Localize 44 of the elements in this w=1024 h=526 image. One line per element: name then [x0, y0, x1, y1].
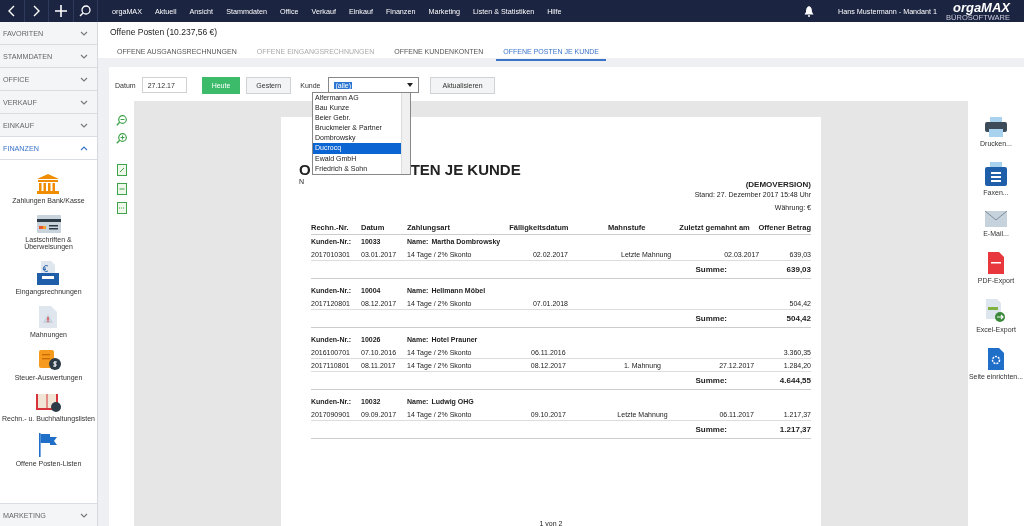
fit-page-icon[interactable]	[116, 164, 127, 176]
chevron-icon[interactable]	[80, 122, 88, 128]
chevron-icon[interactable]	[80, 30, 88, 36]
zoom-in-icon[interactable]	[116, 133, 127, 144]
report-title: TEN JE KUNDE	[410, 161, 521, 178]
add-icon[interactable]	[54, 5, 67, 17]
fit-width-icon[interactable]	[116, 183, 127, 195]
page-title: Offene Posten (10.237,56 €)	[110, 27, 219, 37]
chevron-icon[interactable]	[80, 145, 88, 151]
excel-icon[interactable]	[986, 299, 1006, 323]
logo: orgaMAX	[952, 1, 1010, 14]
sum-value: 504,42	[785, 314, 811, 323]
bell-icon[interactable]	[804, 5, 815, 17]
sum-label: Summe:	[695, 425, 727, 434]
fax-icon[interactable]	[985, 162, 1007, 186]
report-title: O	[299, 161, 311, 178]
gear-document-icon[interactable]	[988, 348, 1004, 370]
printer-icon[interactable]	[985, 117, 1007, 137]
actual-size-icon[interactable]	[116, 202, 127, 214]
scroll-icon[interactable]	[36, 349, 61, 371]
forward-icon[interactable]	[32, 5, 41, 17]
chevron-icon[interactable]	[80, 512, 88, 518]
sum-value: 639,03	[785, 265, 811, 274]
sum-value: 4.644,55	[778, 376, 811, 385]
sum-value: 1.217,37	[778, 425, 811, 434]
bank-icon[interactable]	[36, 174, 61, 194]
scrollbar[interactable]	[401, 93, 410, 174]
sum-label: Summe:	[695, 314, 727, 323]
inbox-icon[interactable]	[37, 261, 60, 285]
card-icon[interactable]	[36, 215, 61, 233]
zoom-out-icon[interactable]	[116, 115, 127, 126]
search-icon[interactable]	[79, 5, 92, 17]
chevron-icon[interactable]	[80, 53, 88, 59]
chevron-icon[interactable]	[80, 99, 88, 105]
back-icon[interactable]	[7, 5, 16, 17]
demo-label: (DEMOVERSION)	[745, 180, 811, 189]
chevron-icon[interactable]	[80, 76, 88, 82]
pdf-icon[interactable]	[988, 252, 1004, 274]
caret-icon[interactable]	[407, 83, 414, 87]
sum-label: Summe:	[695, 376, 727, 385]
warning-document-icon[interactable]	[39, 306, 58, 328]
book-icon[interactable]	[35, 392, 62, 412]
sum-label: Summe:	[695, 265, 727, 274]
flag-icon[interactable]	[38, 433, 59, 457]
